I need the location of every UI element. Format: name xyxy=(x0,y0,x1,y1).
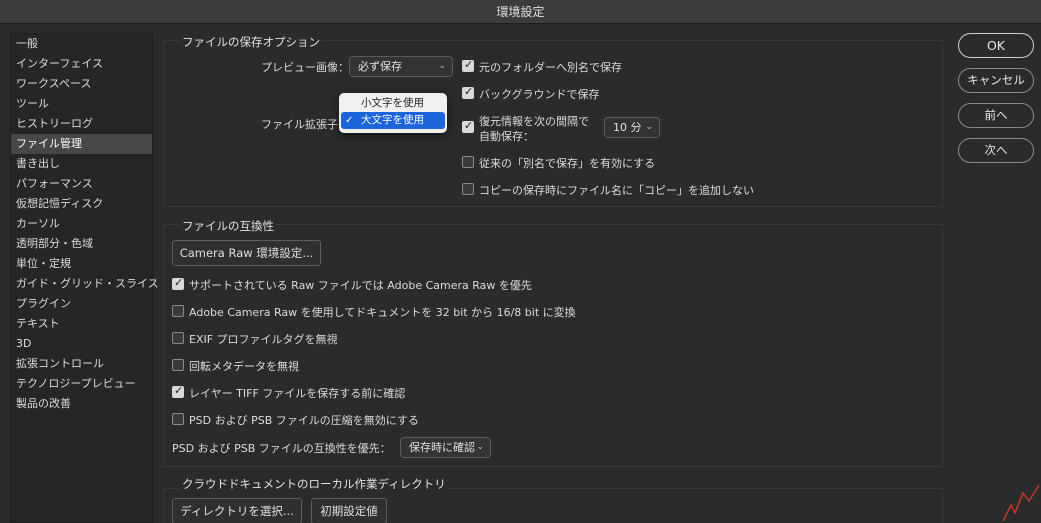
cancel-button[interactable]: キャンセル xyxy=(958,68,1034,93)
sidebar-item-interface[interactable]: インターフェイス xyxy=(11,54,152,74)
sidebar-item-3d[interactable]: 3D xyxy=(11,334,152,354)
cloud-documents-title: クラウドドキュメントのローカル作業ディレクトリ xyxy=(180,476,448,492)
sidebar-item-file-handling[interactable]: ファイル管理 xyxy=(11,134,152,154)
sidebar-item-general[interactable]: 一般 xyxy=(11,34,152,54)
chevron-down-icon: ⌄ xyxy=(476,442,484,452)
checkmark-icon: ✓ xyxy=(345,115,354,126)
choose-directory-button[interactable]: ディレクトリを選択... xyxy=(172,498,302,523)
sidebar-item-scratch-disks[interactable]: 仮想記憶ディスク xyxy=(11,194,152,214)
preview-image-label: プレビュー画像： xyxy=(261,61,349,74)
background-artwork-stroke xyxy=(1002,484,1040,522)
auto-recovery-checkbox[interactable] xyxy=(462,119,474,133)
background-save-label: バックグラウンドで保存 xyxy=(479,88,600,101)
sidebar-item-history-log[interactable]: ヒストリーログ xyxy=(11,114,152,134)
ok-button[interactable]: OK xyxy=(958,33,1034,58)
no-copy-suffix-label: コピーの保存時にファイル名に「コピー」を追加しない xyxy=(479,184,754,197)
sidebar-item-tools[interactable]: ツール xyxy=(11,94,152,114)
next-button[interactable]: 次へ xyxy=(958,138,1034,163)
preview-image-select[interactable]: 必ず保存 ⌄ xyxy=(349,56,453,77)
preview-image-value: 必ず保存 xyxy=(358,60,402,73)
file-compatibility-title: ファイルの互換性 xyxy=(180,218,276,234)
sidebar-item-performance[interactable]: パフォーマンス xyxy=(11,174,152,194)
sidebar-item-type[interactable]: テキスト xyxy=(11,314,152,334)
window-title: 環境設定 xyxy=(496,5,545,19)
sidebar-item-guides-grid-slices[interactable]: ガイド・グリッド・スライス xyxy=(11,274,159,294)
camera-raw-preferences-button[interactable]: Camera Raw 環境設定... xyxy=(172,240,321,266)
menu-item-uppercase[interactable]: ✓ 大文字を使用 xyxy=(341,112,445,129)
file-extension-dropdown-menu: 小文字を使用 ✓ 大文字を使用 xyxy=(339,93,447,133)
no-copy-suffix-checkbox[interactable] xyxy=(462,183,474,195)
psd-compatibility-select[interactable]: 保存時に確認 ⌄ xyxy=(400,437,491,458)
chevron-down-icon: ⌄ xyxy=(645,122,653,132)
sidebar-item-cursors[interactable]: カーソル xyxy=(11,214,152,234)
window-title-bar: 環境設定 xyxy=(0,0,1041,24)
chevron-down-icon: ⌄ xyxy=(438,61,446,71)
sidebar-item-enhanced-controls[interactable]: 拡張コントロール xyxy=(11,354,152,374)
ignore-exif-profile-label: EXIF プロファイルタグを無視 xyxy=(189,333,338,346)
sidebar-item-export[interactable]: 書き出し xyxy=(11,154,152,174)
auto-recovery-interval-value: 10 分 xyxy=(613,121,642,134)
previous-button[interactable]: 前へ xyxy=(958,103,1034,128)
ignore-rotation-metadata-checkbox[interactable] xyxy=(172,359,184,371)
confirm-layered-tiff-label: レイヤー TIFF ファイルを保存する前に確認 xyxy=(189,387,406,400)
default-directory-button[interactable]: 初期設定値 xyxy=(311,498,387,523)
acr-32bit-convert-checkbox[interactable] xyxy=(172,305,184,317)
acr-32bit-convert-label: Adobe Camera Raw を使用してドキュメントを 32 bit から … xyxy=(189,306,576,319)
ignore-exif-profile-checkbox[interactable] xyxy=(172,332,184,344)
file-extension-label: ファイル拡張子 xyxy=(261,118,338,131)
menu-item-uppercase-label: 大文字を使用 xyxy=(361,114,424,126)
file-saving-options-title: ファイルの保存オプション xyxy=(180,34,322,50)
legacy-save-as-label: 従来の「別名で保存」を有効にする xyxy=(479,157,656,170)
prefer-acr-checkbox[interactable] xyxy=(172,276,184,290)
prefer-acr-label: サポートされている Raw ファイルでは Adobe Camera Raw を優… xyxy=(189,279,532,292)
psd-compatibility-label: PSD および PSB ファイルの互換性を優先： xyxy=(172,442,391,455)
background-save-checkbox[interactable] xyxy=(462,85,474,99)
save-as-original-folder-checkbox[interactable] xyxy=(462,58,474,72)
save-as-original-folder-label: 元のフォルダーへ別名で保存 xyxy=(479,61,622,74)
disable-psd-compression-checkbox[interactable] xyxy=(172,413,184,425)
auto-recovery-label-line2: 自動保存： xyxy=(479,130,534,143)
psd-compatibility-value: 保存時に確認 xyxy=(409,441,475,454)
auto-recovery-label-line1: 復元情報を次の間隔で xyxy=(479,115,589,128)
auto-recovery-interval-select[interactable]: 10 分 ⌄ xyxy=(604,117,660,138)
sidebar-item-workspace[interactable]: ワークスペース xyxy=(11,74,152,94)
menu-item-lowercase[interactable]: 小文字を使用 xyxy=(339,95,447,112)
confirm-layered-tiff-checkbox[interactable] xyxy=(172,384,184,398)
preferences-sidebar: 一般 インターフェイス ワークスペース ツール ヒストリーログ ファイル管理 書… xyxy=(10,33,159,523)
sidebar-item-technology-previews[interactable]: テクノロジープレビュー xyxy=(11,374,152,394)
ignore-rotation-metadata-label: 回転メタデータを無視 xyxy=(189,360,299,373)
disable-psd-compression-label: PSD および PSB ファイルの圧縮を無効にする xyxy=(189,414,419,427)
sidebar-item-product-improvement[interactable]: 製品の改善 xyxy=(11,394,152,414)
sidebar-item-plugins[interactable]: プラグイン xyxy=(11,294,152,314)
legacy-save-as-checkbox[interactable] xyxy=(462,156,474,168)
sidebar-item-transparency-gamut[interactable]: 透明部分・色域 xyxy=(11,234,152,254)
sidebar-item-units-rulers[interactable]: 単位・定規 xyxy=(11,254,152,274)
menu-item-lowercase-label: 小文字を使用 xyxy=(361,97,424,109)
